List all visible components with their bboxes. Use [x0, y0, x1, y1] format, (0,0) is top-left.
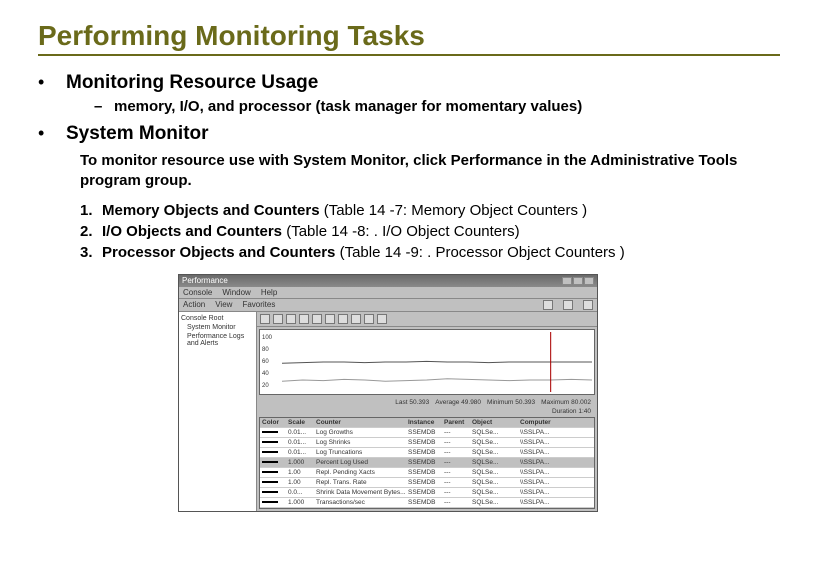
bullet-2: • System Monitor: [38, 123, 780, 145]
maximize-button[interactable]: [573, 277, 583, 285]
num-item-1-rest: (Table 14 -7: Memory Object Counters ): [320, 202, 588, 219]
num-index: 3.: [80, 244, 102, 261]
bullet-2-text: System Monitor: [66, 123, 209, 145]
num-item-2-rest: (Table 14 -8: . I/O Object Counters): [282, 223, 520, 240]
num-item-3: 3. Processor Objects and Counters (Table…: [80, 244, 780, 262]
bullet-1-sub-1-text: memory, I/O, and processor (task manager…: [114, 98, 582, 115]
close-button[interactable]: [584, 277, 594, 285]
y-axis-ticks: 100 80 60 40 20: [262, 332, 272, 392]
legend-row[interactable]: 0.01...Log TruncationsSSEMDB---SQLSe...\…: [260, 448, 594, 458]
bullet-dot: •: [38, 123, 66, 144]
sub-dash: –: [94, 98, 114, 115]
window-title-text: Performance: [182, 276, 228, 285]
bullet-1-sub-1: – memory, I/O, and processor (task manag…: [94, 98, 780, 115]
toolbar-icon[interactable]: [273, 314, 283, 324]
chart-duration: Duration 1:40: [257, 408, 597, 417]
menu-console[interactable]: Console: [183, 288, 212, 297]
num-item-1-strong: Memory Objects and Counters: [102, 202, 320, 219]
submenu-bar: Action View Favorites: [179, 299, 597, 312]
bullet-dot: •: [38, 72, 66, 93]
toolbar-icon[interactable]: [364, 314, 374, 324]
num-index: 2.: [80, 223, 102, 240]
graph-zone: 100 80 60 40 20: [257, 312, 597, 511]
legend-header: Color Scale Counter Instance Parent Obje…: [260, 418, 594, 428]
system-monitor-desc: To monitor resource use with System Moni…: [80, 151, 740, 192]
toolbar-icon[interactable]: [583, 300, 593, 310]
numbered-list: 1. Memory Objects and Counters (Table 14…: [80, 202, 780, 262]
line-chart: 100 80 60 40 20: [259, 329, 595, 395]
graph-toolbar: [257, 312, 597, 327]
num-item-1: 1. Memory Objects and Counters (Table 14…: [80, 202, 780, 220]
num-item-2-strong: I/O Objects and Counters: [102, 223, 282, 240]
legend-row[interactable]: 1.000Percent Log UsedSSEMDB---SQLSe...\\…: [260, 458, 594, 468]
menu-window[interactable]: Window: [222, 288, 250, 297]
toolbar-icon[interactable]: [351, 314, 361, 324]
num-index: 1.: [80, 202, 102, 219]
performance-window: Performance Console Window Help Action V…: [178, 274, 598, 512]
menu-action[interactable]: Action: [183, 300, 205, 310]
num-item-3-rest: (Table 14 -9: . Processor Object Counter…: [335, 244, 624, 261]
toolbar-icon[interactable]: [377, 314, 387, 324]
delete-counter-icon[interactable]: [325, 314, 335, 324]
window-titlebar: Performance: [179, 275, 597, 287]
tree-item[interactable]: System Monitor: [181, 323, 254, 332]
toolbar-icon[interactable]: [543, 300, 553, 310]
bullet-1: • Monitoring Resource Usage: [38, 72, 780, 94]
toolbar-icon[interactable]: [299, 314, 309, 324]
counter-legend: Color Scale Counter Instance Parent Obje…: [259, 417, 595, 509]
menu-favorites[interactable]: Favorites: [242, 300, 275, 310]
menu-bar: Console Window Help: [179, 287, 597, 299]
toolbar-icon[interactable]: [338, 314, 348, 324]
add-counter-icon[interactable]: [312, 314, 322, 324]
num-item-2: 2. I/O Objects and Counters (Table 14 -8…: [80, 223, 780, 241]
minimize-button[interactable]: [562, 277, 572, 285]
legend-row[interactable]: 1.000Transactions/secSSEMDB---SQLSe...\\…: [260, 498, 594, 508]
toolbar-icon[interactable]: [286, 314, 296, 324]
slide-title: Performing Monitoring Tasks: [38, 20, 780, 52]
bullet-1-text: Monitoring Resource Usage: [66, 72, 318, 94]
tree-item[interactable]: Performance Logs and Alerts: [181, 332, 254, 348]
toolbar-icon[interactable]: [563, 300, 573, 310]
legend-row[interactable]: 0.0...Shrink Data Movement Bytes...SSEMD…: [260, 488, 594, 498]
title-rule: [38, 54, 780, 56]
toolbar-icon[interactable]: [260, 314, 270, 324]
tree-item[interactable]: Console Root: [181, 314, 254, 323]
num-item-3-strong: Processor Objects and Counters: [102, 244, 335, 261]
chart-stats: Last 50.393 Average 49.980 Minimum 50.39…: [257, 397, 597, 408]
menu-help[interactable]: Help: [261, 288, 277, 297]
legend-row[interactable]: 1.00Repl. Pending XactsSSEMDB---SQLSe...…: [260, 468, 594, 478]
legend-row[interactable]: 1.00Repl. Trans. RateSSEMDB---SQLSe...\\…: [260, 478, 594, 488]
menu-view[interactable]: View: [215, 300, 232, 310]
tree-pane[interactable]: Console Root System Monitor Performance …: [179, 312, 257, 511]
chart-plot: [282, 332, 592, 392]
legend-row[interactable]: 0.01...Log GrowthsSSEMDB---SQLSe...\\SSL…: [260, 428, 594, 438]
legend-row[interactable]: 0.01...Log ShrinksSSEMDB---SQLSe...\\SSL…: [260, 438, 594, 448]
